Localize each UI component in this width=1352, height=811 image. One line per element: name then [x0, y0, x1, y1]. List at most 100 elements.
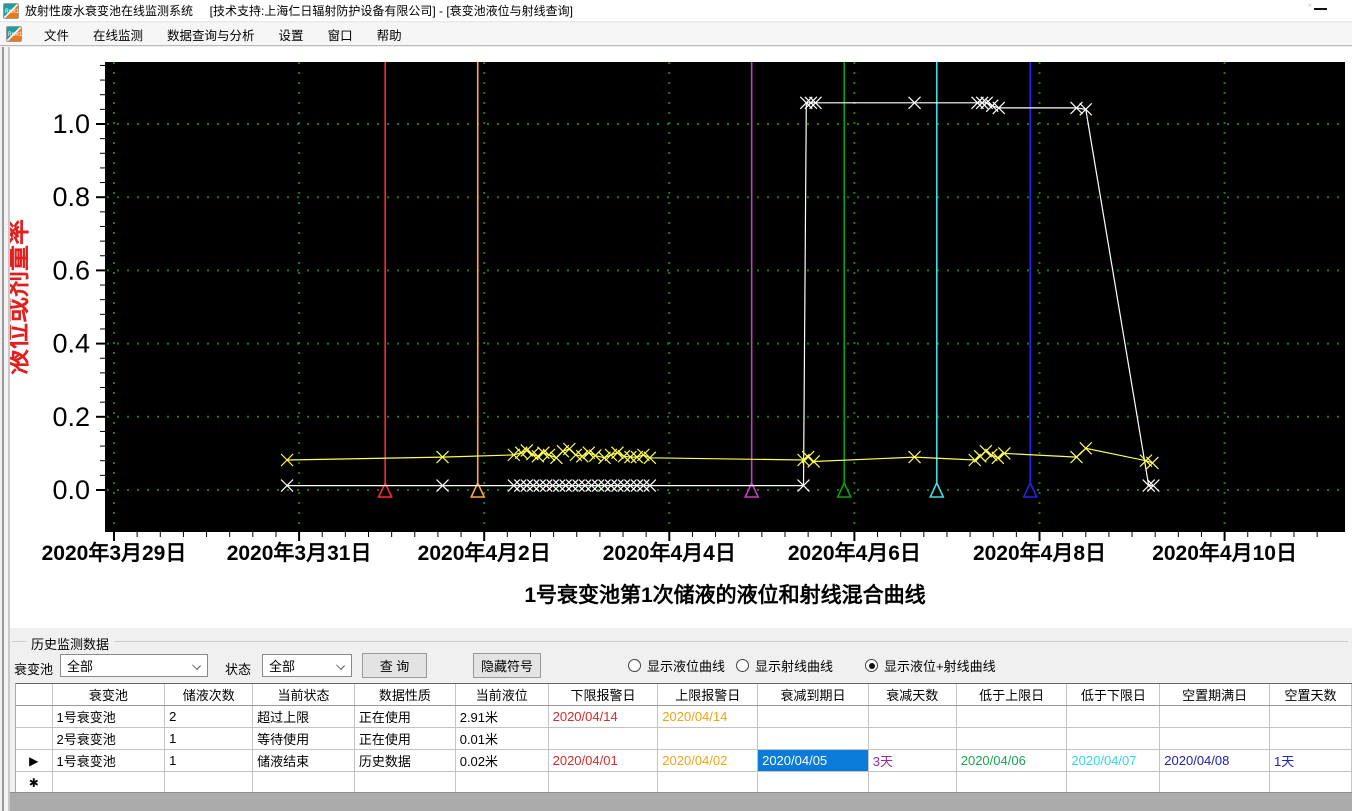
table-cell[interactable] [957, 728, 1068, 749]
table-cell[interactable]: 2020/04/14 [549, 706, 659, 727]
table-cell[interactable]: 0.02米 [456, 750, 549, 771]
table-cell[interactable] [758, 728, 869, 749]
table-cell[interactable]: 历史数据 [355, 750, 456, 771]
pool-select-value: 全部 [67, 659, 94, 674]
table-cell[interactable]: 正在使用 [355, 706, 456, 727]
status-select-value: 全部 [269, 659, 296, 674]
table-cell[interactable] [1270, 728, 1352, 749]
table-cell[interactable]: 1 [165, 750, 254, 771]
table-row: ✱ [16, 772, 1352, 794]
table-cell[interactable] [869, 706, 957, 727]
column-header-7[interactable]: 衰减到期日 [758, 684, 869, 705]
table-cell[interactable] [957, 772, 1068, 793]
title-bar: 放射性废水衰变池在线监测系统 [技术支持:上海仁日辐射防护设备有限公司] - [… [0, 0, 1352, 22]
table-cell[interactable] [1160, 706, 1270, 727]
row-selector[interactable] [16, 728, 53, 749]
column-header-8[interactable]: 衰减天数 [869, 684, 957, 705]
pool-select[interactable]: 全部 [60, 654, 208, 677]
status-select[interactable]: 全部 [262, 654, 352, 677]
table-cell[interactable] [1160, 772, 1270, 793]
menu-item-4[interactable]: 窗口 [316, 22, 365, 47]
table-cell[interactable] [758, 772, 869, 793]
column-header-11[interactable]: 空置期满日 [1160, 684, 1270, 705]
table-cell[interactable] [869, 728, 957, 749]
table-cell[interactable] [1067, 706, 1161, 727]
table-cell[interactable]: 2020/04/06 [957, 750, 1068, 771]
table-cell[interactable] [1160, 728, 1270, 749]
radio-label: 显示液位曲线 [647, 659, 726, 674]
table-cell[interactable]: 正在使用 [355, 728, 456, 749]
column-header-5[interactable]: 下限报警日 [549, 684, 659, 705]
table-cell[interactable] [355, 772, 456, 793]
table-cell[interactable] [549, 772, 659, 793]
table-cell[interactable]: 2020/04/01 [549, 750, 659, 771]
menu-item-0[interactable]: 文件 [32, 22, 81, 47]
hide-symbols-button[interactable]: 隐藏符号 [473, 653, 541, 678]
table-cell[interactable]: 等待使用 [253, 728, 355, 749]
table-cell[interactable]: 2020/04/02 [658, 750, 759, 771]
table-cell[interactable] [253, 772, 355, 793]
column-header-3[interactable]: 数据性质 [355, 684, 456, 705]
query-button[interactable]: 查 询 [362, 653, 427, 678]
column-header-12[interactable]: 空置天数 [1270, 684, 1352, 705]
row-selector[interactable] [16, 706, 53, 727]
table-cell[interactable]: 超过上限 [253, 706, 355, 727]
history-section: 历史监测数据 衰变池 全部 状态 全部 查 询 隐藏符号 显示液位曲线 显示射线曲… [10, 628, 1352, 683]
table-cell[interactable] [869, 772, 957, 793]
column-header-0[interactable]: 衰变池 [53, 684, 166, 705]
column-header-2[interactable]: 当前状态 [253, 684, 355, 705]
new-row-indicator[interactable]: ✱ [16, 772, 53, 793]
row-selector-header [16, 684, 53, 705]
table-cell[interactable]: 2 [165, 706, 254, 727]
restore-icon[interactable]: × [1307, 1, 1312, 10]
column-header-1[interactable]: 储液次数 [165, 684, 254, 705]
app-icon [3, 2, 19, 19]
column-header-4[interactable]: 当前液位 [456, 684, 549, 705]
menu-bar: 文件在线监测数据查询与分析设置窗口帮助 [0, 23, 1352, 46]
table-cell[interactable]: 2号衰变池 [53, 728, 166, 749]
selected-cell[interactable]: 2020/04/05 [758, 750, 869, 771]
table-cell[interactable]: 1 [165, 728, 254, 749]
column-header-6[interactable]: 上限报警日 [658, 684, 759, 705]
table-cell[interactable] [53, 772, 166, 793]
minimize-icon[interactable] [1314, 8, 1327, 10]
menu-item-1[interactable]: 在线监测 [81, 22, 155, 47]
chevron-down-icon [192, 661, 201, 670]
table-cell[interactable]: 2020/04/07 [1067, 750, 1161, 771]
table-cell[interactable]: 0.01米 [456, 728, 549, 749]
radio-icon [865, 659, 878, 672]
radio-curve-0[interactable]: 显示液位曲线 [628, 656, 725, 675]
column-header-9[interactable]: 低于上限日 [957, 684, 1068, 705]
table-cell[interactable] [758, 706, 869, 727]
table-cell[interactable] [456, 772, 549, 793]
table-cell[interactable] [957, 706, 1068, 727]
table-cell[interactable] [1270, 706, 1352, 727]
table-cell[interactable]: 1号衰变池 [53, 750, 166, 771]
grid-header-row: 衰变池 储液次数 当前状态 数据性质 当前液位 下限报警日 上限报警日 衰减到期日 衰减天数 低于… [16, 684, 1352, 706]
table-cell[interactable]: 3天 [869, 750, 957, 771]
table-cell[interactable]: 储液结束 [253, 750, 355, 771]
table-cell[interactable]: 2.91米 [456, 706, 549, 727]
table-cell[interactable] [549, 728, 659, 749]
table-cell[interactable] [658, 772, 759, 793]
table-cell[interactable] [1270, 772, 1352, 793]
chart-panel: 0.0 0.2 0.4 0.6 0.8 1.0 2020年3月29日 2020年3月31日 20… [0, 47, 1352, 628]
menu-item-2[interactable]: 数据查询与分析 [155, 22, 267, 47]
menu-item-3[interactable]: 设置 [267, 22, 316, 47]
radio-curve-1[interactable]: 显示射线曲线 [736, 656, 833, 675]
table-cell[interactable] [1067, 772, 1161, 793]
radio-curve-2[interactable]: 显示液位+射线曲线 [865, 656, 996, 675]
table-cell[interactable]: 1天 [1270, 750, 1352, 771]
table-cell[interactable]: 2020/04/08 [1160, 750, 1270, 771]
table-cell[interactable]: 2020/04/14 [658, 706, 759, 727]
radio-label: 显示射线曲线 [755, 659, 834, 674]
current-row-indicator[interactable]: ▶ [16, 750, 53, 771]
pool-label: 衰变池 [14, 662, 54, 677]
y-tick-label: 0.6 [52, 255, 90, 285]
table-cell[interactable] [1067, 728, 1161, 749]
menu-item-5[interactable]: 帮助 [365, 22, 414, 47]
table-cell[interactable] [658, 728, 759, 749]
table-cell[interactable] [165, 772, 254, 793]
column-header-10[interactable]: 低于下限日 [1067, 684, 1161, 705]
table-cell[interactable]: 1号衰变池 [53, 706, 166, 727]
